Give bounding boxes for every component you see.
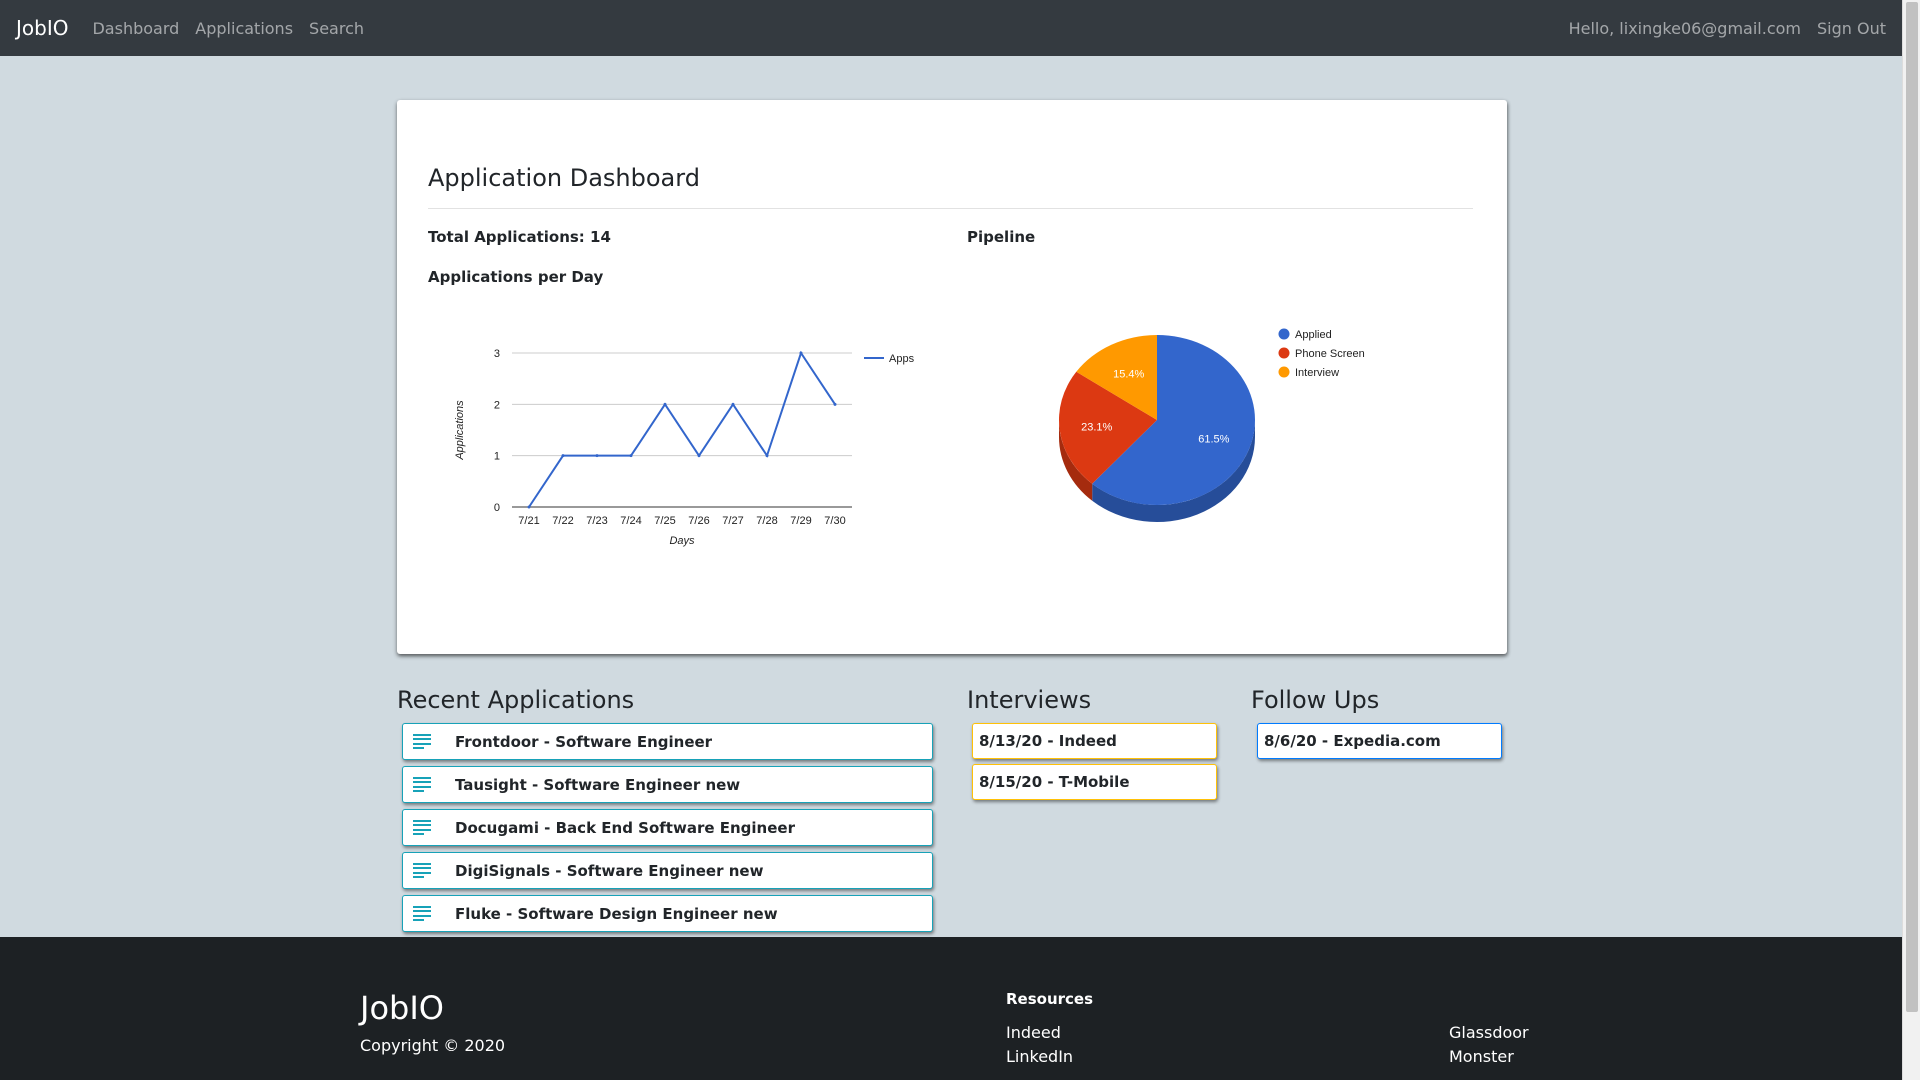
navbar-right: Hello, lixingke06@gmail.com Sign Out — [1553, 19, 1886, 38]
x-tick-label: 7/23 — [586, 515, 607, 527]
recent-application-item[interactable]: DigiSignals - Software Engineer new — [402, 852, 933, 889]
follow-ups-title: Follow Ups — [1251, 686, 1380, 714]
data-point — [833, 402, 837, 406]
recent-application-item[interactable]: Frontdoor - Software Engineer — [402, 723, 933, 760]
follow-up-item[interactable]: 8/6/20 - Expedia.com — [1257, 723, 1502, 759]
footer-link-linkedin[interactable]: LinkedIn — [1006, 1047, 1073, 1066]
recent-application-item-label: DigiSignals - Software Engineer new — [455, 861, 764, 880]
scrollbar-thumb[interactable] — [1906, 2, 1918, 1012]
nav-link-dashboard[interactable]: Dashboard — [92, 19, 179, 38]
navbar: JobIO Dashboard Applications Search Hell… — [0, 0, 1902, 56]
pipeline-pie-chart: 61.5% 23.1% 15.4% Applied Phone Screen Interv… — [1059, 328, 1365, 523]
footer: JobIO Copyright © 2020 Resources Indeed … — [0, 937, 1902, 1080]
x-tick-label: 7/25 — [654, 515, 675, 527]
follow-up-item-label: 8/6/20 - Expedia.com — [1264, 732, 1441, 750]
x-tick-label: 7/27 — [722, 515, 743, 527]
footer-link-monster[interactable]: Monster — [1449, 1047, 1514, 1066]
legend-swatch — [1278, 328, 1290, 340]
footer-brand: JobIO — [360, 989, 444, 1027]
interviews-title: Interviews — [967, 686, 1092, 714]
interview-item[interactable]: 8/13/20 - Indeed — [972, 723, 1217, 759]
x-axis-label: Days — [669, 535, 695, 547]
recent-application-item-label: Frontdoor - Software Engineer — [455, 732, 713, 751]
y-tick-label: 0 — [494, 502, 500, 514]
x-tick-label: 7/30 — [824, 515, 845, 527]
y-axis-label: Applications — [454, 400, 466, 461]
data-point — [697, 454, 701, 458]
y-tick-label: 1 — [494, 451, 500, 463]
y-tick-label: 2 — [494, 399, 500, 411]
notes-icon — [413, 819, 431, 836]
recent-application-item[interactable]: Fluke - Software Design Engineer new — [402, 895, 933, 932]
recent-application-item-label: Fluke - Software Design Engineer new — [455, 904, 778, 923]
pie-value-label: 15.4% — [1113, 368, 1144, 380]
legend-label: Interview — [1295, 367, 1339, 379]
data-point — [595, 454, 599, 458]
recent-application-item[interactable]: Tausight - Software Engineer new — [402, 766, 933, 803]
recent-applications-title: Recent Applications — [397, 686, 635, 714]
x-tick-label: 7/28 — [756, 515, 777, 527]
legend-swatch — [1278, 366, 1290, 378]
interview-item-label: 8/13/20 - Indeed — [979, 732, 1117, 750]
y-tick-label: 3 — [494, 348, 500, 360]
pie-value-label: 23.1% — [1081, 421, 1112, 433]
legend-label: Apps — [889, 353, 915, 365]
data-point — [561, 454, 565, 458]
pie-value-label: 61.5% — [1198, 434, 1229, 446]
footer-resources-heading: Resources — [1006, 990, 1094, 1008]
legend-swatch — [1278, 347, 1290, 359]
notes-icon — [413, 733, 431, 750]
dashboard-card: Application Dashboard Total Applications… — [397, 100, 1507, 654]
data-point — [799, 351, 803, 355]
x-tick-label: 7/29 — [790, 515, 811, 527]
sign-out-link[interactable]: Sign Out — [1817, 19, 1886, 38]
notes-icon — [413, 862, 431, 879]
legend-label: Applied — [1295, 329, 1332, 341]
x-tick-label: 7/24 — [620, 515, 641, 527]
data-point — [765, 454, 769, 458]
recent-application-item-label: Docugami - Back End Software Engineer — [455, 818, 795, 837]
notes-icon — [413, 776, 431, 793]
applications-line-chart: 0 1 2 3 7/21 7/22 7/23 7/24 7/25 7/26 7/27 7/28 7/29… — [454, 348, 915, 547]
x-tick-label: 7/22 — [552, 515, 573, 527]
user-greeting[interactable]: Hello, lixingke06@gmail.com — [1569, 19, 1801, 38]
data-point — [663, 402, 667, 406]
navbar-brand[interactable]: JobIO — [16, 16, 68, 40]
nav-link-applications[interactable]: Applications — [195, 19, 293, 38]
interview-item-label: 8/15/20 - T-Mobile — [979, 773, 1130, 791]
footer-copyright: Copyright © 2020 — [360, 1036, 506, 1055]
footer-link-indeed[interactable]: Indeed — [1006, 1023, 1061, 1042]
interview-item[interactable]: 8/15/20 - T-Mobile — [972, 764, 1217, 800]
x-tick-label: 7/26 — [688, 515, 709, 527]
data-point — [527, 505, 531, 509]
recent-application-item[interactable]: Docugami - Back End Software Engineer — [402, 809, 933, 846]
recent-application-item-label: Tausight - Software Engineer new — [455, 775, 741, 794]
data-point — [731, 402, 735, 406]
footer-link-glassdoor[interactable]: Glassdoor — [1449, 1023, 1529, 1042]
nav-link-search[interactable]: Search — [309, 19, 364, 38]
series-line-apps — [528, 350, 836, 508]
legend-label: Phone Screen — [1295, 348, 1365, 360]
page-scrollbar[interactable] — [1902, 0, 1920, 1080]
x-tick-label: 7/21 — [518, 515, 539, 527]
notes-icon — [413, 905, 431, 922]
data-point — [629, 454, 633, 458]
